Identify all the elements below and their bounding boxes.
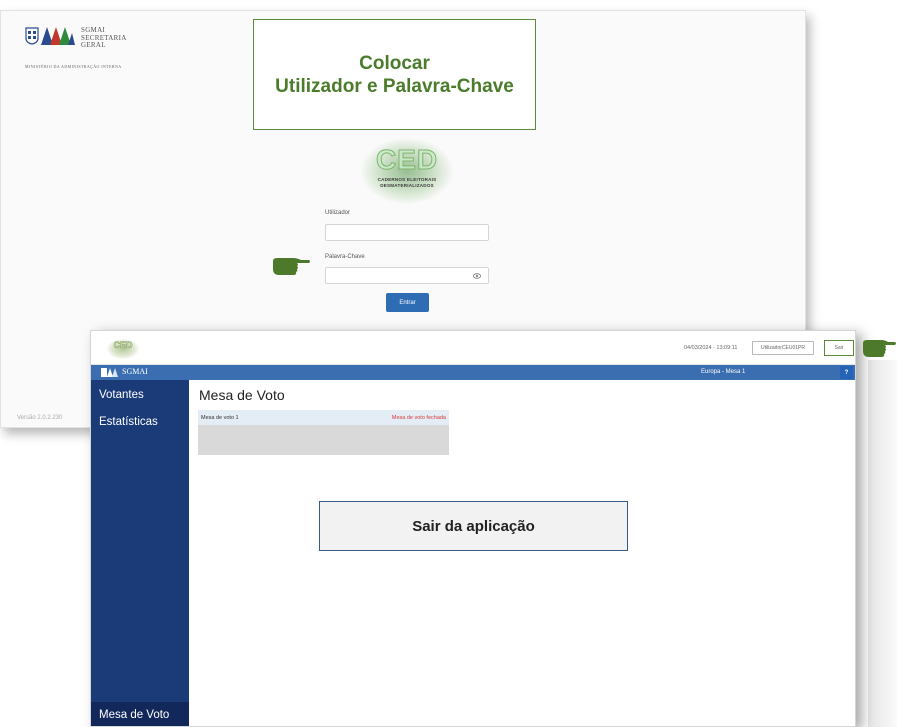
mesa-card-header: Mesa de voto 1 Mesa de voto fechada <box>198 410 449 425</box>
password-input[interactable] <box>325 267 489 284</box>
sgmai-logo-icon <box>101 368 118 377</box>
ced-logo: CED CADERNOS ELEITORAIS DESMATERIALIZADO… <box>361 138 453 204</box>
sidebar: Votantes Estatísticas Mesa de Voto <box>91 380 189 726</box>
user-button[interactable]: UtilizadorCEU01PR <box>752 341 814 355</box>
app-window: CED 04/03/2024 - 13:09:11 UtilizadorCEU0… <box>90 330 856 727</box>
brand-label: SGMAI <box>122 367 148 376</box>
logout-callout: Sair da aplicação <box>319 501 628 551</box>
status-badge: Mesa de voto fechada <box>391 414 446 421</box>
version-label: Versão 2.0.2.230 <box>17 415 63 421</box>
ced-mini-logo: CED <box>107 339 139 359</box>
mesa-name: Mesa de voto 1 <box>201 414 239 421</box>
logout-callout-text: Sair da aplicação <box>412 517 535 535</box>
sidebar-item-votantes[interactable]: Votantes <box>99 389 144 401</box>
sidebar-item-estatisticas[interactable]: Estatísticas <box>99 416 158 428</box>
eye-icon[interactable] <box>473 273 481 279</box>
login-submit-button[interactable]: Entrar <box>386 293 429 312</box>
page-edge-shadow <box>868 360 897 727</box>
shield-icon <box>25 27 39 45</box>
login-callout-line-2: Utilizador e Palavra-Chave <box>275 75 514 97</box>
login-callout: Colocar Utilizador e Palavra-Chave <box>253 19 536 130</box>
username-input[interactable] <box>325 224 489 241</box>
session-datetime: 04/03/2024 - 13:09:11 <box>684 345 738 351</box>
sgmai-logo: SGMAI SECRETARIA GERAL MINISTÉRIO DA ADM… <box>25 26 155 75</box>
app-header-bar: SGMAI Europa - Mesa 1 ? <box>91 365 855 380</box>
password-label: Palavra-Chave <box>325 254 365 260</box>
logo-line-3: GERAL <box>81 41 106 49</box>
app-top-bar: CED 04/03/2024 - 13:09:11 UtilizadorCEU0… <box>91 331 855 365</box>
ced-logo-caption: CADERNOS ELEITORAIS DESMATERIALIZADOS <box>361 177 453 189</box>
ced-mini-logo-letters: CED <box>113 340 133 351</box>
ced-caption-line-2: DESMATERIALIZADOS <box>380 183 434 188</box>
logo-ministry: MINISTÉRIO DA ADMINISTRAÇÃO INTERNA <box>25 64 122 69</box>
pointing-hand-icon <box>273 258 310 275</box>
logo-text: SGMAI SECRETARIA GERAL <box>81 26 127 50</box>
pointing-hand-icon <box>863 340 896 357</box>
username-label: Utilizador <box>325 210 351 216</box>
sidebar-item-mesa-de-voto[interactable]: Mesa de Voto <box>91 702 189 726</box>
mesa-card[interactable]: Mesa de voto 1 Mesa de voto fechada <box>198 410 449 455</box>
login-callout-line-1: Colocar <box>359 52 430 74</box>
page-title: Mesa de Voto <box>199 387 285 403</box>
ced-logo-letters: CED <box>375 144 439 176</box>
logo-marks-icon <box>41 27 75 45</box>
logout-button[interactable]: Sair <box>824 340 854 356</box>
location-label: Europa - Mesa 1 <box>701 368 746 375</box>
help-icon[interactable]: ? <box>840 366 853 379</box>
